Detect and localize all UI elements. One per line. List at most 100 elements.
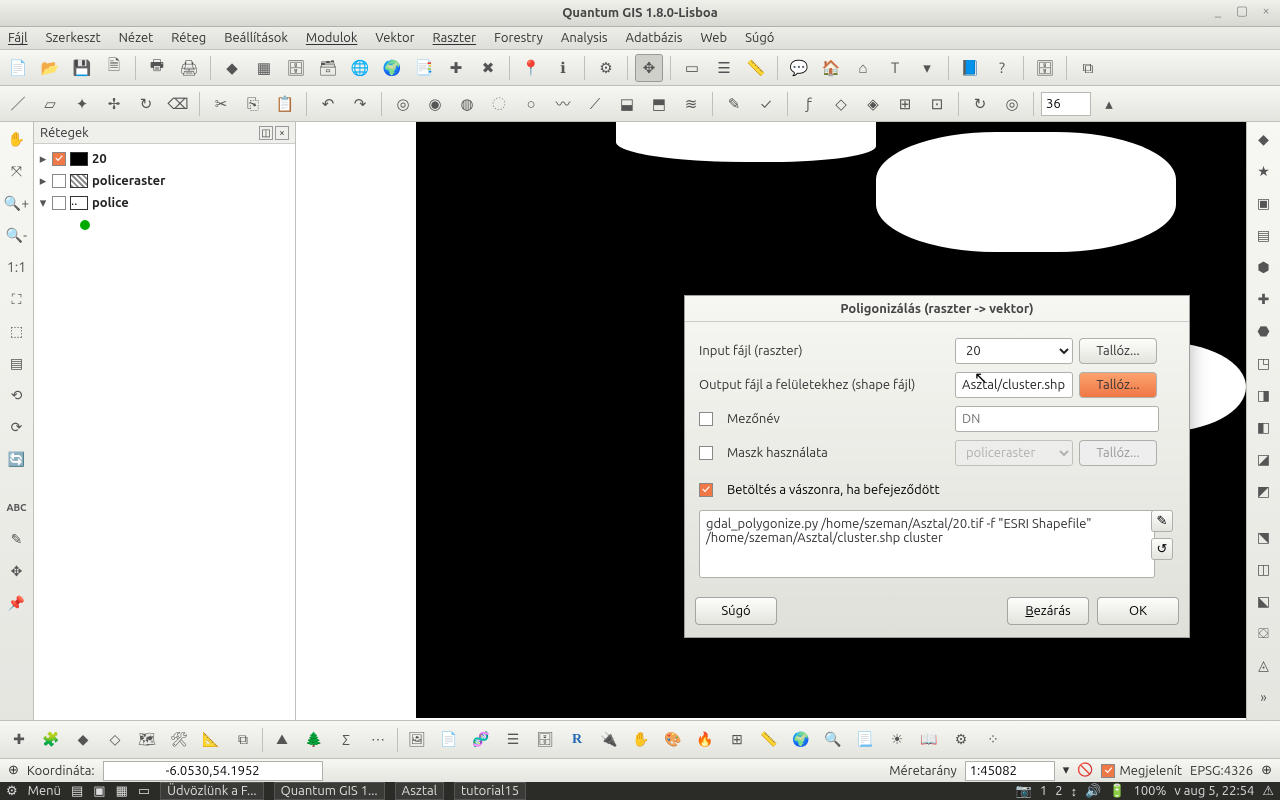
spin-up-icon[interactable]: ▴: [1095, 90, 1123, 118]
bt-6-icon[interactable]: 🛠: [166, 727, 192, 753]
menu-view[interactable]: Nézet: [119, 31, 154, 45]
quicklaunch-term2-icon[interactable]: ▦: [116, 784, 128, 799]
help-button[interactable]: Súgó: [695, 597, 777, 625]
add-csv-icon[interactable]: 📑: [410, 54, 438, 82]
scale-dropdown-icon[interactable]: ▾: [1063, 763, 1070, 778]
bt-3-icon[interactable]: ◆: [70, 727, 96, 753]
r-tool-13-icon[interactable]: ⬔: [1251, 524, 1277, 550]
gps-icon[interactable]: 📍: [517, 54, 545, 82]
map-canvas[interactable]: Poligonizálás (raszter -> vektor) Input …: [296, 122, 1246, 758]
rotate-icon[interactable]: ↻: [132, 90, 160, 118]
r-tool-17-icon[interactable]: ◬: [1251, 652, 1277, 678]
split-icon[interactable]: ⟋: [581, 90, 609, 118]
undo-icon[interactable]: ↶: [314, 90, 342, 118]
scale-value[interactable]: [965, 761, 1055, 781]
bt-stack-icon[interactable]: ☰: [500, 727, 526, 753]
input-file-combo[interactable]: 20: [955, 338, 1073, 364]
delete-ring-icon[interactable]: ◌: [485, 90, 513, 118]
label-pin-icon[interactable]: 📌: [4, 590, 30, 616]
merge-attr-icon[interactable]: ⬒: [645, 90, 673, 118]
minimize-icon[interactable]: _: [1210, 4, 1226, 20]
addcanvas-checkbox[interactable]: ✓: [699, 483, 713, 497]
panel-close-icon[interactable]: ×: [275, 126, 289, 140]
zoom-out-icon[interactable]: 🔍-: [4, 222, 30, 248]
menu-raster[interactable]: Raszter: [433, 31, 477, 45]
calc-attr-icon[interactable]: ƒ: [795, 90, 823, 118]
save-icon[interactable]: 💾: [68, 54, 96, 82]
expand-icon[interactable]: ▸: [38, 152, 48, 167]
volume-tray-icon[interactable]: 🔊: [1085, 784, 1101, 799]
label-move-icon[interactable]: ✥: [4, 558, 30, 584]
desk-2[interactable]: 2: [1055, 784, 1062, 798]
toggle-extents-icon[interactable]: ⊕: [8, 763, 19, 778]
quicklaunch-files-icon[interactable]: ▤: [71, 784, 83, 799]
add-wms-icon[interactable]: 🌐: [346, 54, 374, 82]
browse-output-button[interactable]: Tallóz...: [1079, 372, 1157, 398]
add-raster-icon[interactable]: ▦: [250, 54, 278, 82]
desk-1[interactable]: 1: [1040, 784, 1047, 798]
target-icon[interactable]: ◎: [998, 90, 1026, 118]
dropdown-icon[interactable]: ▾: [913, 54, 941, 82]
zoom-next-icon[interactable]: ⟳: [4, 414, 30, 440]
whats-this-icon[interactable]: ?: [988, 54, 1016, 82]
settings-icon[interactable]: ⚙: [592, 54, 620, 82]
r-tool-15-icon[interactable]: ⬕: [1251, 588, 1277, 614]
toggle-edit-icon[interactable]: ✎: [720, 90, 748, 118]
task-qgis[interactable]: Quantum GIS 1...: [274, 782, 385, 800]
pan-icon[interactable]: ✥: [635, 54, 663, 82]
bt-db-icon[interactable]: 🗄: [532, 727, 558, 753]
layer-checkbox[interactable]: [52, 174, 66, 188]
refresh-icon[interactable]: ↻: [966, 90, 994, 118]
add-spatialite-icon[interactable]: 🗃: [314, 54, 342, 82]
help-book-icon[interactable]: 📘: [956, 54, 984, 82]
bt-scatter-icon[interactable]: ⁘: [980, 727, 1006, 753]
bt-ruler-icon[interactable]: 📏: [756, 727, 782, 753]
bt-4-icon[interactable]: ◇: [102, 727, 128, 753]
menu-plugins[interactable]: Modulok: [306, 31, 358, 45]
delete-icon[interactable]: ⌫: [164, 90, 192, 118]
quicklaunch-term-icon[interactable]: ▣: [93, 784, 105, 799]
r-tool-8-icon[interactable]: ◳: [1251, 350, 1277, 376]
bt-forest-icon[interactable]: 🌲: [301, 727, 327, 753]
bt-heat-icon[interactable]: 🔥: [692, 727, 718, 753]
menu-settings[interactable]: Beállítások: [224, 31, 288, 45]
r-tool-7-icon[interactable]: ⬣: [1251, 318, 1277, 344]
zoom-in-icon[interactable]: 🔍+: [4, 190, 30, 216]
r-tool-12-icon[interactable]: ◩: [1251, 478, 1277, 504]
quicklaunch-desktop-icon[interactable]: ▭: [138, 784, 150, 799]
draw-line-icon[interactable]: ／: [4, 90, 32, 118]
menu-forestry[interactable]: Forestry: [494, 31, 543, 45]
bt-gear-icon[interactable]: ⚙: [948, 727, 974, 753]
bt-search-icon[interactable]: 🔍: [820, 727, 846, 753]
menu-database[interactable]: Adatbázis: [626, 31, 683, 45]
render-checkbox[interactable]: ✓: [1101, 764, 1115, 778]
battery-tray-icon[interactable]: 🔋: [1109, 784, 1125, 799]
r-tool-2-icon[interactable]: ★: [1251, 158, 1277, 184]
r-tool-11-icon[interactable]: ◪: [1251, 446, 1277, 472]
menu-layer[interactable]: Réteg: [171, 31, 206, 45]
spin-input[interactable]: 36: [1041, 92, 1091, 116]
node-tool-icon[interactable]: ✦: [68, 90, 96, 118]
bt-dna-icon[interactable]: 🧬: [468, 727, 494, 753]
topology-icon[interactable]: ⊡: [923, 90, 951, 118]
camera-tray-icon[interactable]: 📷: [1016, 784, 1032, 799]
maximize-icon[interactable]: ▢: [1234, 4, 1250, 20]
command-textarea[interactable]: gdal_polygonize.py /home/szeman/Asztal/2…: [699, 510, 1155, 578]
zoom-full-icon[interactable]: ⛶: [4, 286, 30, 312]
refresh2-icon[interactable]: 🔄: [4, 446, 30, 472]
layer-tree[interactable]: ▸ ✓ 20 ▸ policeraster ▾ ·· police: [34, 144, 295, 736]
undock-icon[interactable]: ◫: [259, 126, 273, 140]
new-project-icon[interactable]: 📄: [4, 54, 32, 82]
layer-checkbox[interactable]: ✓: [52, 152, 66, 166]
output-file-input[interactable]: [955, 372, 1073, 398]
select-icon[interactable]: ▭: [678, 54, 706, 82]
reshape-icon[interactable]: 〰: [549, 90, 577, 118]
task-asztal[interactable]: Asztal: [395, 782, 444, 800]
close-button[interactable]: Bezárás: [1007, 597, 1089, 625]
add-ring-icon[interactable]: ◉: [421, 90, 449, 118]
pan-hand-icon[interactable]: ✋: [4, 126, 30, 152]
bt-8-icon[interactable]: ⧉: [230, 727, 256, 753]
epsg-label[interactable]: EPSG:4326: [1190, 764, 1253, 778]
stop-render-icon[interactable]: 🚫: [1077, 763, 1093, 778]
reset-command-icon[interactable]: ↺: [1151, 538, 1173, 560]
